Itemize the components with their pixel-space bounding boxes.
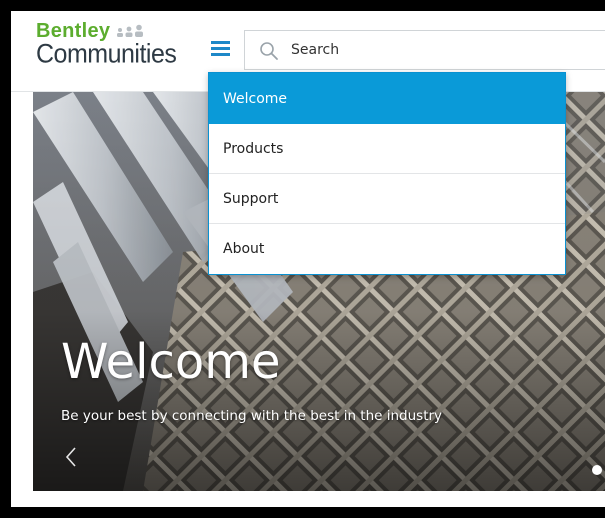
menu-item-label: Products [223,140,284,157]
carousel-dot-indicator[interactable] [592,465,602,475]
menu-item-support[interactable]: Support [209,174,565,224]
bentley-communities-logo[interactable]: Bentley Communities [36,21,177,70]
page-frame: Bentley Communities Search Welcome Be yo… [11,11,605,507]
hamburger-bar [211,53,230,56]
menu-item-label: Support [223,190,279,207]
menu-item-welcome[interactable]: Welcome [209,73,565,124]
search-icon[interactable] [259,41,279,61]
hamburger-bar [211,41,230,44]
logo-wordmark-communities: Communities [36,38,177,70]
menu-item-label: Welcome [223,90,288,107]
hamburger-bar [211,47,230,50]
people-icon [117,24,144,37]
hero-title: Welcome [61,334,281,390]
menu-item-about[interactable]: About [209,224,565,274]
search-input[interactable] [291,31,591,69]
hero-subtitle: Be your best by connecting with the best… [61,408,443,424]
menu-item-label: About [223,241,265,257]
nav-dropdown-menu: Welcome Products Support About [208,72,566,275]
menu-item-products[interactable]: Products [209,124,565,174]
search-box[interactable] [244,30,605,70]
hamburger-menu-button[interactable] [211,41,230,56]
chevron-left-icon[interactable] [65,446,77,468]
